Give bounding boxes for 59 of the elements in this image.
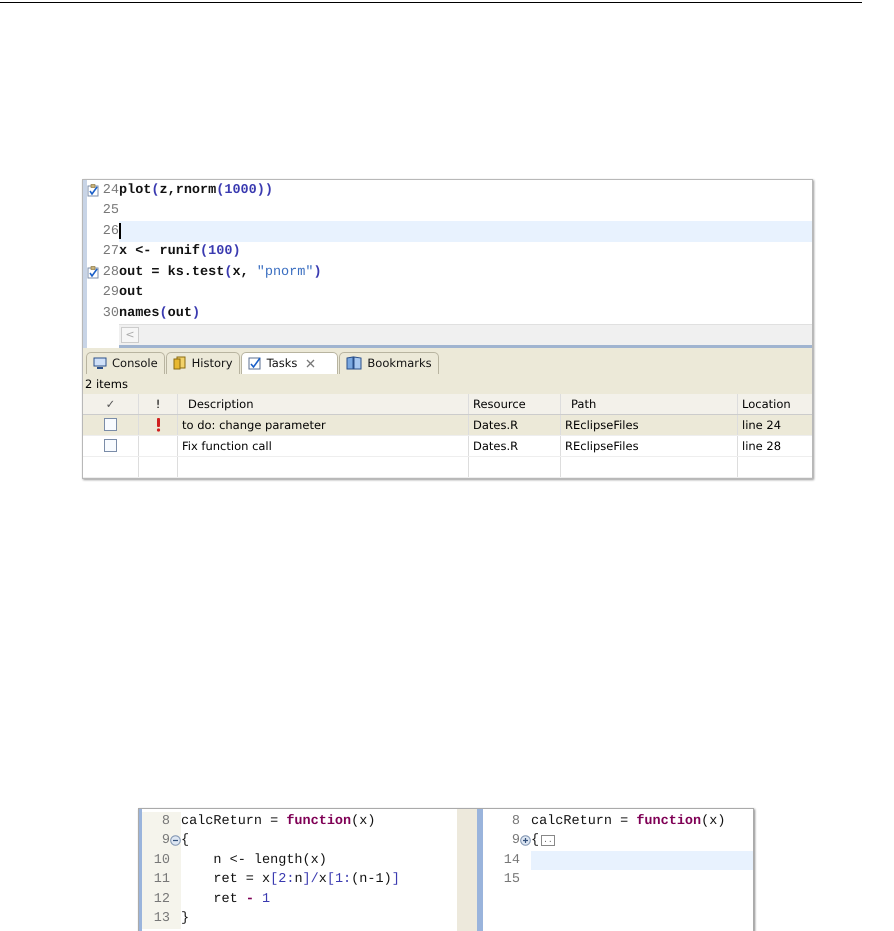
line-number: 27 (102, 244, 119, 260)
table-cell: REclipseFiles (561, 436, 738, 456)
code-line: out = ks.test(x, "pnorm") (119, 264, 322, 282)
table-cell-text: line 28 (741, 438, 782, 454)
line-number: 29 (102, 285, 119, 300)
line-number: 26 (102, 224, 119, 239)
line-number: 10 (154, 852, 170, 868)
expand-icon[interactable] (520, 835, 531, 846)
table-cell: to do: change parameter (178, 414, 469, 434)
code-line: calcReturn = function(x) (181, 814, 376, 829)
task-list-icon (248, 356, 262, 370)
code-line: x <- runif(100) (119, 243, 241, 262)
table-cell: REclipseFiles (561, 414, 738, 434)
item-count: 2 items (83, 374, 812, 394)
column-header[interactable]: Location (738, 394, 812, 414)
line-number: 9 (162, 833, 170, 848)
table-cell-text: line 24 (741, 416, 782, 434)
code-line: ret = x[2:n]/x[1:(n-1)] (212, 872, 400, 888)
code-line: names(out) (119, 304, 200, 323)
code-line: } (181, 911, 190, 926)
table-cell: Fix function call (178, 436, 469, 456)
line-number: 28 (102, 264, 119, 280)
view-tab[interactable]: Bookmarks (339, 352, 439, 374)
line-number: 13 (154, 911, 170, 926)
view-tab[interactable]: History (166, 352, 240, 374)
monitor-icon (93, 356, 107, 370)
line-number: 8 (512, 814, 520, 829)
line-number: 12 (154, 892, 170, 907)
line-number: 24 (102, 182, 119, 198)
code-line: n <- length(x) (212, 852, 327, 868)
column-header[interactable]: Resource (469, 394, 561, 414)
code-line: calcReturn = function(x) (531, 814, 726, 829)
column-header[interactable]: ! (139, 394, 178, 414)
close-icon[interactable] (306, 358, 316, 368)
line-number: 11 (154, 872, 170, 888)
task-checkbox[interactable] (104, 418, 117, 431)
line-number: 30 (102, 306, 119, 321)
column-header[interactable]: Description (178, 394, 469, 414)
line-number: 14 (504, 852, 520, 868)
table-cell: Dates.R (469, 414, 561, 434)
task-checkbox[interactable] (104, 439, 117, 452)
code-line: { (181, 833, 190, 848)
column-header[interactable]: ✓ (83, 394, 139, 414)
line-number: 25 (102, 203, 119, 218)
code-line: { .. (531, 833, 555, 848)
line-number: 8 (162, 814, 170, 829)
code-line: plot(z,rnorm(1000)) (119, 182, 273, 200)
history-icon (172, 356, 187, 370)
view-tab[interactable]: Console (86, 352, 165, 374)
book-icon (346, 356, 362, 370)
table-cell: Dates.R (469, 436, 561, 456)
collapse-icon[interactable] (170, 835, 181, 846)
code-line: out (119, 284, 144, 302)
code-line: ret - 1 (212, 892, 270, 907)
column-header[interactable]: Path (561, 394, 738, 414)
view-tab[interactable]: Tasks (240, 352, 338, 374)
line-number: 9 (512, 833, 520, 848)
line-number: 15 (504, 872, 520, 888)
code-line (119, 221, 121, 242)
